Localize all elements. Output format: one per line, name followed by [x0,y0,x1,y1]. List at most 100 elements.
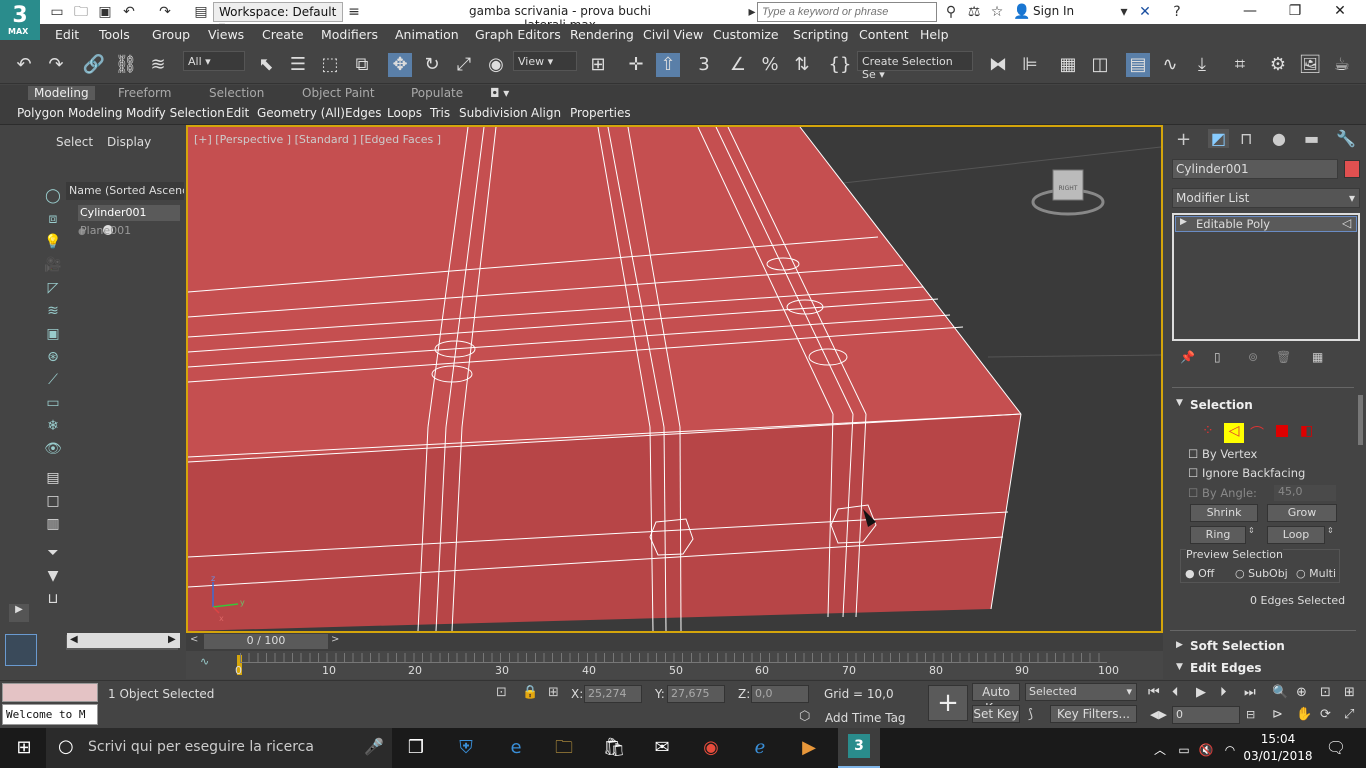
selection-lock-icon[interactable]: 🔒 [522,685,538,700]
security-shield-icon[interactable]: ⛨ [452,736,480,760]
select-object-icon[interactable]: ⬉ [254,53,278,77]
modifier-list-select[interactable]: Modifier List ▾ [1172,188,1360,208]
scene-explorer-toggle-icon[interactable]: ▦ [1056,53,1080,77]
by-angle-checkbox[interactable]: ☐ By Angle: [1188,486,1257,500]
preview-subobj-radio[interactable]: ○ SubObj [1235,567,1288,580]
preview-off-radio[interactable]: ● Off [1185,567,1214,580]
menu-scripting[interactable]: Scripting [793,27,849,42]
rollout-collapse-icon[interactable]: ▼ [1176,398,1183,408]
tab-object-paint[interactable]: Object Paint [302,86,375,100]
camera-icon[interactable]: 🎥 [43,255,63,275]
panel-tris[interactable]: Tris [430,106,450,120]
menu-dropdown-icon[interactable]: ≡ [345,3,363,21]
groups-icon[interactable]: ▣ [43,324,63,344]
spinner-snap-icon[interactable]: ⇅ [790,53,814,77]
bind-spacewarp-icon[interactable]: ≋ [146,53,170,77]
field-of-view-icon[interactable]: ⊳ [1272,707,1283,722]
absolute-mode-icon[interactable]: ⊞ [548,685,559,700]
filter-icon[interactable]: ▼ [43,566,63,586]
placement-icon[interactable]: ◉ [484,53,508,77]
undo-icon[interactable]: ↶ [120,3,138,21]
soft-selection-rollout-title[interactable]: Soft Selection [1190,639,1285,653]
pivot-center-icon[interactable]: ⊞ [586,53,610,77]
panel-edges[interactable]: Edges [345,106,381,120]
shrink-button[interactable]: Shrink [1190,504,1258,522]
menu-rendering[interactable]: Rendering [570,27,634,42]
snaps-toggle-icon[interactable]: 3 [692,53,716,77]
file-explorer-icon[interactable]: 🗀 [550,736,578,760]
add-time-tag[interactable]: Add Time Tag [825,711,906,725]
open-box-icon[interactable]: ⊔ [43,589,63,609]
utilities-tab-icon[interactable]: 🔧 [1336,129,1356,148]
window-crossing-icon[interactable]: ⧉ [350,53,374,77]
previous-frame-icon[interactable]: ⏴ [1172,685,1179,700]
particles-icon[interactable]: ❄ [43,416,63,436]
menu-tools[interactable]: Tools [99,27,130,42]
pin-stack-icon[interactable]: 📌 [1180,350,1195,364]
pan-hand-icon[interactable]: ✋ [1296,707,1312,722]
panel-properties[interactable]: Properties [570,106,631,120]
taskbar-3dsmax-button[interactable]: 3 [838,728,880,768]
configure-sets-icon[interactable]: ▦ [1312,350,1323,364]
menu-content[interactable]: Content [859,27,909,42]
hide-icon[interactable]: 👁 [43,439,63,459]
scroll-left-icon[interactable]: ◀ [70,634,78,645]
layer-explorer-icon[interactable]: ◫ [1088,53,1112,77]
redo-icon[interactable]: ↷ [44,53,68,77]
keyboard-shortcut-override-icon[interactable]: ⇧ [656,53,680,77]
windows-start-icon[interactable]: ⊞ [10,736,38,760]
tab-selection[interactable]: Selection [209,86,264,100]
explorer-hscrollbar-track[interactable] [67,633,180,648]
zoom-extents-icon[interactable]: ⊡ [1320,685,1331,700]
key-mode-toggle-icon[interactable]: ◀▶ [1150,708,1167,721]
remove-modifier-icon[interactable]: 🗑 [1276,350,1291,364]
zoom-extents-all-icon[interactable]: ⊞ [1344,685,1355,700]
menu-views[interactable]: Views [208,27,244,42]
render-setup-icon[interactable]: ⚙ [1266,53,1290,77]
close-button[interactable]: ✕ [1325,3,1355,19]
task-view-icon[interactable]: ❒ [402,736,430,760]
tab-populate[interactable]: Populate [411,86,463,100]
scroll-right-icon[interactable]: ▶ [168,634,176,645]
y-coordinate-field[interactable]: 27,675 [667,685,725,703]
go-to-end-icon[interactable]: ⏭ [1244,685,1256,700]
zoom-icon[interactable]: 🔍 [1272,685,1288,700]
lights-icon[interactable]: 💡 [43,232,63,252]
taskbar-search[interactable]: ○ Scrivi qui per eseguire la ricerca 🎤 [46,728,392,768]
list-item-cylinder001[interactable]: Cylinder001 [78,205,180,221]
edge-browser-icon[interactable]: e [502,736,530,760]
mail-icon[interactable]: ✉ [648,736,676,760]
select-rotate-icon[interactable]: ↻ [420,53,444,77]
maxscript-listener-pink[interactable] [2,683,98,702]
panel-geometry-all[interactable]: Geometry (All) [257,106,345,120]
binoculars-icon[interactable]: ⚲ [942,3,960,21]
element-level-icon[interactable]: ◧ [1300,423,1313,439]
menu-modifiers[interactable]: Modifiers [321,27,378,42]
display-tab-icon[interactable]: ▬ [1304,129,1319,148]
edit-named-selection-icon[interactable]: {} [828,53,852,77]
border-level-icon[interactable]: ⌒ [1250,423,1264,443]
list-icon[interactable]: ▥ [43,514,63,534]
menu-create[interactable]: Create [262,27,304,42]
ring-button[interactable]: Ring [1190,526,1246,544]
hierarchy-tab-icon[interactable]: ⊓ [1240,129,1252,148]
command-panel-scrollbar[interactable] [1358,395,1363,445]
preview-multi-radio[interactable]: ○ Multi [1296,567,1336,580]
exchange-apps-icon[interactable]: ✕ [1136,3,1154,21]
expand-layouts-icon[interactable]: ▶ [9,604,29,622]
show-end-result-icon[interactable]: ▯ [1214,350,1221,364]
action-center-icon[interactable]: 🗨 [1322,736,1350,760]
make-unique-icon[interactable]: ⊚ [1248,350,1258,364]
named-selection-set-select[interactable]: Create Selection Se ▾ [857,51,973,81]
reference-coord-select[interactable]: View ▾ [513,51,577,71]
viewport-label[interactable]: [+] [Perspective ] [Standard ] [Edged Fa… [194,133,441,146]
maximize-button[interactable]: ❐ [1280,3,1310,19]
render-production-icon[interactable]: ☕ [1330,53,1354,77]
favorites-star-icon[interactable]: ☆ [988,3,1006,21]
time-tag-icon[interactable]: ⬡ [799,709,810,724]
media-player-icon[interactable]: ▶ [795,736,823,760]
shapes-icon[interactable]: ⧈ [43,209,63,229]
curve-editor-icon[interactable]: ∿ [1158,53,1182,77]
open-folder-icon[interactable]: 🗀 [72,3,90,21]
stack-item-editable-poly[interactable]: Editable Poly [1175,216,1357,232]
